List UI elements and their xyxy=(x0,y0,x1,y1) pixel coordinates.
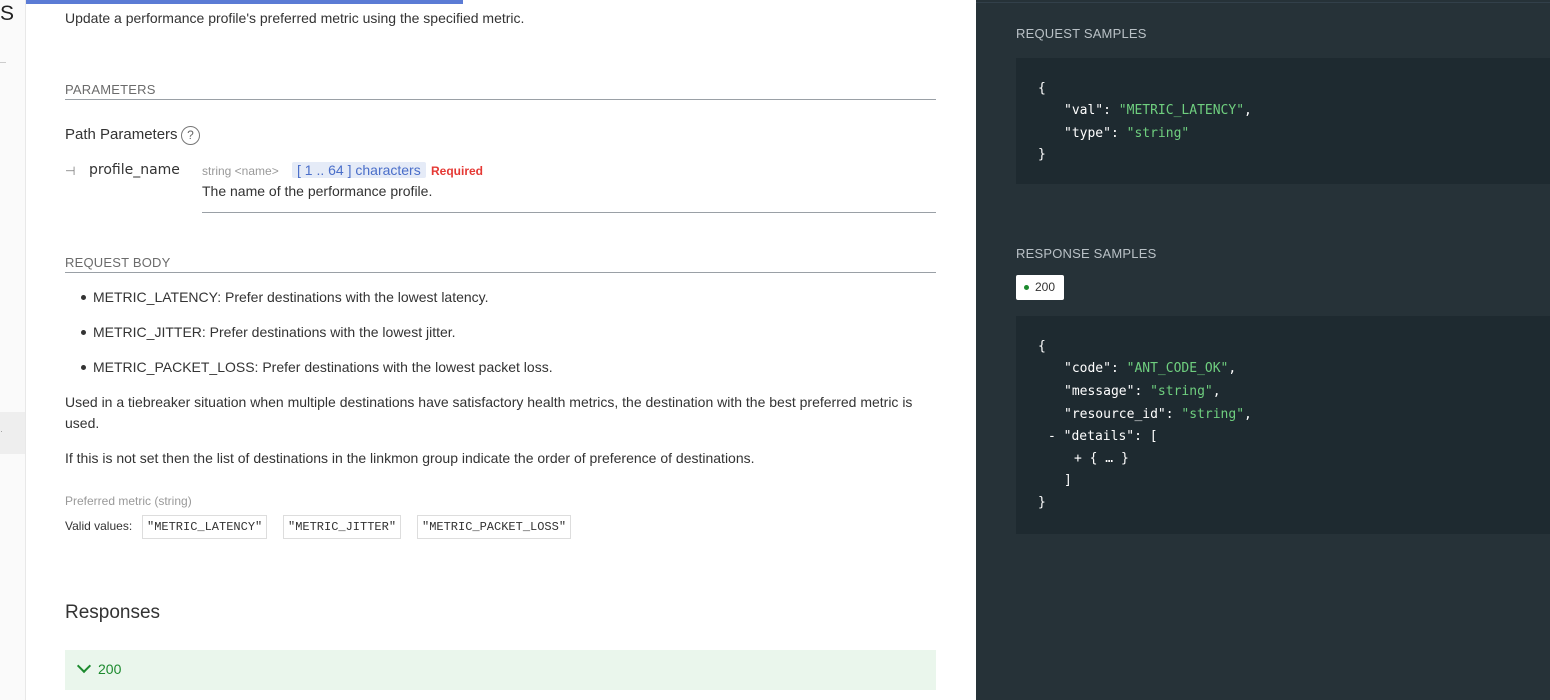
json-key: "code" xyxy=(1064,361,1111,376)
collapse-toggle[interactable]: - "details": [ xyxy=(1048,429,1158,444)
list-item: METRIC_LATENCY: Prefer destinations with… xyxy=(81,288,553,323)
code-line: "val": "METRIC_LATENCY", xyxy=(1064,103,1252,118)
code-line: ] xyxy=(1064,473,1072,488)
code-line: { xyxy=(1038,81,1046,96)
response-code: 200 xyxy=(98,661,122,677)
code-line: "type": "string" xyxy=(1064,126,1189,141)
preferred-metric-label: Preferred metric (string) xyxy=(65,494,192,508)
json-sep: : xyxy=(1103,103,1119,118)
status-code: 200 xyxy=(1035,280,1056,294)
code-line: "message": "string", xyxy=(1064,384,1221,399)
sidebar: S · xyxy=(0,0,26,700)
json-tail: , xyxy=(1244,103,1252,118)
request-samples-heading: REQUEST SAMPLES xyxy=(1016,26,1147,41)
expand-toggle[interactable]: + { … } xyxy=(1074,451,1129,466)
json-value: "ANT_CODE_OK" xyxy=(1126,361,1229,376)
response-200-toggle[interactable]: 200 xyxy=(65,650,936,690)
valid-value-chip: "METRIC_JITTER" xyxy=(283,515,402,539)
request-body-heading: REQUEST BODY xyxy=(65,255,936,273)
code-line: } xyxy=(1038,147,1046,162)
json-value: "METRIC_LATENCY" xyxy=(1118,103,1245,118)
json-sep: : xyxy=(1110,126,1127,141)
list-item: METRIC_JITTER: Prefer destinations with … xyxy=(81,323,553,358)
param-description: The name of the performance profile. xyxy=(202,183,433,199)
json-value: "string" xyxy=(1150,384,1213,399)
param-range: [ 1 .. 64 ] characters xyxy=(292,162,426,178)
json-sep: : xyxy=(1134,384,1151,399)
json-tail: , xyxy=(1228,361,1237,376)
json-key: "message" xyxy=(1064,384,1135,399)
response-sample-code[interactable]: { "code": "ANT_CODE_OK", "message": "str… xyxy=(1016,316,1550,534)
responses-title: Responses xyxy=(65,602,161,623)
response-samples-heading: RESPONSE SAMPLES xyxy=(1016,246,1157,261)
code-line: { xyxy=(1038,339,1046,354)
json-key: "val" xyxy=(1064,103,1104,118)
param-divider xyxy=(202,212,936,213)
sidebar-divider xyxy=(0,62,6,63)
param-required-badge: Required xyxy=(431,164,484,178)
param-type: string <name> xyxy=(202,164,279,178)
status-tab-200[interactable]: 200 xyxy=(1016,275,1064,300)
code-line: "code": "ANT_CODE_OK", xyxy=(1064,361,1236,376)
valid-values-label: Valid values: xyxy=(65,519,133,533)
scroll-progress-bar xyxy=(0,0,463,4)
status-dot-icon xyxy=(1024,285,1029,290)
valid-value-chip: "METRIC_PACKET_LOSS" xyxy=(417,515,572,539)
parameters-heading: PARAMETERS xyxy=(65,82,936,100)
json-sep: : xyxy=(1165,407,1182,422)
samples-panel: REQUEST SAMPLES { "val": "METRIC_LATENCY… xyxy=(976,0,1550,700)
json-tail: , xyxy=(1244,407,1252,422)
json-sep: : xyxy=(1110,361,1127,376)
panel-divider xyxy=(976,2,1550,3)
branch-icon: ⊣ xyxy=(65,164,76,178)
json-value: "string" xyxy=(1126,126,1190,141)
metric-list: METRIC_LATENCY: Prefer destinations with… xyxy=(81,288,553,393)
json-tail: , xyxy=(1212,384,1221,399)
path-parameters-title: Path Parameters xyxy=(65,126,178,143)
json-key: "resource_id" xyxy=(1064,407,1166,422)
chevron-down-icon xyxy=(76,658,92,674)
tiebreaker-paragraph: Used in a tiebreaker situation when mult… xyxy=(65,394,913,431)
json-value: "string" xyxy=(1181,407,1245,422)
help-icon[interactable]: ? xyxy=(181,126,200,145)
request-sample-code[interactable]: { "val": "METRIC_LATENCY", "type": "stri… xyxy=(1016,58,1550,184)
sidebar-item-active-glyph: · xyxy=(0,426,3,436)
json-key: "type" xyxy=(1064,126,1111,141)
sidebar-item-active[interactable]: · xyxy=(0,412,25,454)
code-line: } xyxy=(1038,495,1046,510)
order-paragraph: If this is not set then the list of dest… xyxy=(65,450,755,466)
operation-description: Update a performance profile's preferred… xyxy=(65,10,525,26)
code-line: "resource_id": "string", xyxy=(1064,407,1252,422)
valid-value-chip: "METRIC_LATENCY" xyxy=(142,515,268,539)
list-item: METRIC_PACKET_LOSS: Prefer destinations … xyxy=(81,358,553,393)
param-name: profile_name xyxy=(89,162,180,178)
sidebar-menu-letter[interactable]: S xyxy=(0,2,14,26)
